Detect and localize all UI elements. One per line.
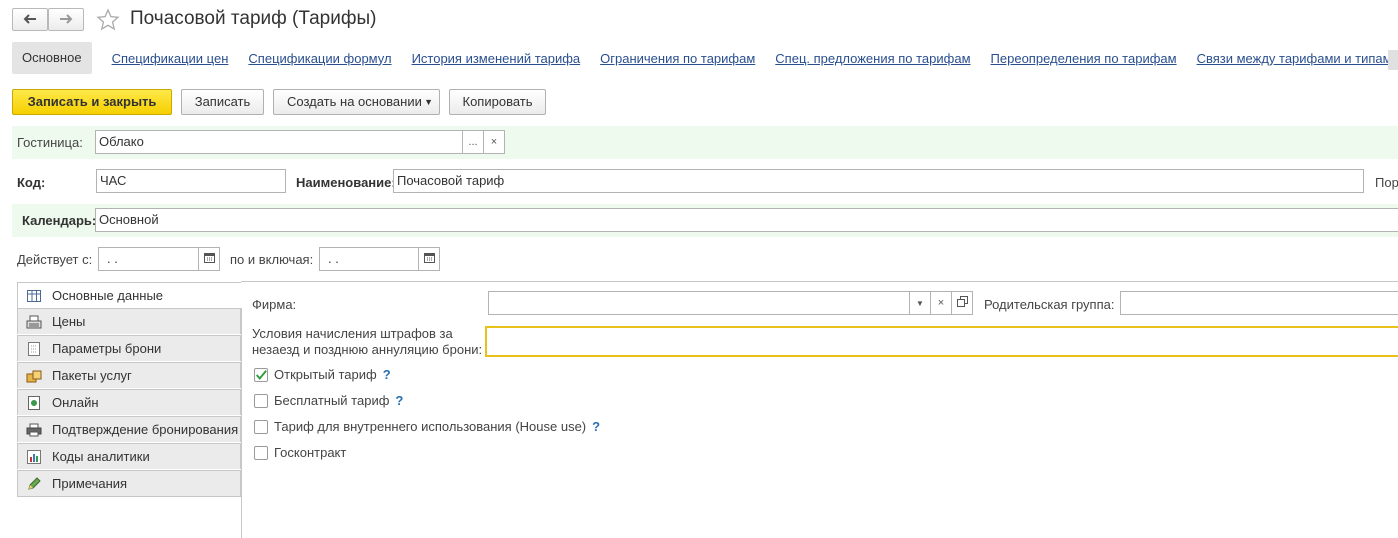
panel-top-border — [241, 281, 1398, 282]
back-button[interactable] — [12, 8, 48, 31]
table-icon — [26, 288, 42, 304]
open-window-icon — [956, 296, 968, 310]
free-rate-checkbox[interactable] — [254, 393, 268, 408]
tab-formula-specs[interactable]: Спецификации формул — [248, 51, 391, 66]
copy-button[interactable]: Копировать — [449, 89, 546, 115]
penalty-label-line1: Условия начисления штрафов за — [252, 326, 453, 341]
hotel-clear-button[interactable]: × — [483, 130, 505, 154]
calendar-icon — [203, 252, 215, 266]
help-icon[interactable]: ? — [383, 367, 391, 382]
valid-to-field[interactable]: . . — [319, 247, 419, 271]
chevron-down-icon: ▼ — [916, 298, 924, 308]
sidetab-label: Пакеты услуг — [52, 368, 132, 383]
clear-icon: × — [490, 136, 498, 148]
valid-to-calendar-button[interactable] — [418, 247, 440, 271]
tab-overrides[interactable]: Переопределения по тарифам — [991, 51, 1177, 66]
house-use-checkbox[interactable] — [254, 419, 268, 434]
gov-contract-label: Госконтракт — [274, 445, 347, 460]
help-icon[interactable]: ? — [592, 419, 600, 434]
tab-rate-history[interactable]: История изменений тарифа — [412, 51, 581, 66]
chevron-down-icon: ▼ — [424, 97, 433, 107]
parent-group-label: Родительская группа: — [984, 297, 1115, 312]
sidetab-label: Цены — [52, 314, 86, 329]
valid-from-field[interactable]: . . — [98, 247, 199, 271]
firm-label: Фирма: — [252, 297, 297, 312]
sidetab-label: Онлайн — [52, 395, 99, 410]
forward-button[interactable] — [48, 8, 84, 31]
calendar-icon — [423, 252, 435, 266]
calendar-label: Календарь: — [22, 213, 97, 228]
sidetab-label: Примечания — [52, 476, 128, 491]
page-title: Почасовой тариф (Тарифы) — [130, 8, 377, 29]
gov-contract-checkbox-row[interactable]: Госконтракт — [254, 445, 346, 460]
sidetab-booking-params[interactable]: Параметры брони — [17, 335, 241, 361]
create-based-on-label: Создать на основании — [287, 94, 422, 109]
panel-left-border — [241, 308, 242, 538]
section-tabs: Основное Спецификации цен Спецификации ф… — [12, 42, 1398, 74]
free-rate-checkbox-row[interactable]: Бесплатный тариф ? — [254, 393, 403, 408]
sidetab-online[interactable]: Онлайн — [17, 389, 241, 415]
firm-clear-button[interactable]: × — [930, 291, 952, 315]
tabs-scroll-edge — [1388, 50, 1398, 70]
valid-to-label: по и включая: — [230, 252, 314, 267]
code-label: Код: — [17, 175, 46, 190]
favorite-button[interactable] — [96, 8, 120, 35]
sidetab-label: Подтверждение бронирования — [52, 422, 239, 437]
firm-field[interactable] — [488, 291, 910, 315]
sidetab-label: Параметры брони — [52, 341, 162, 356]
cash-register-icon — [26, 314, 42, 330]
sidetab-notes[interactable]: Примечания — [17, 470, 241, 497]
penalty-label-line2: незаезд и позднюю аннуляцию брони: — [252, 342, 483, 357]
house-use-checkbox-row[interactable]: Тариф для внутреннего использования (Hou… — [254, 419, 600, 434]
tab-main[interactable]: Основное — [12, 42, 92, 74]
help-icon[interactable]: ? — [395, 393, 403, 408]
valid-from-label: Действует с: — [17, 252, 93, 267]
sidetab-prices[interactable]: Цены — [17, 308, 241, 334]
open-rate-checkbox-row[interactable]: Открытый тариф ? — [254, 367, 391, 382]
calendar-field[interactable]: Основной — [95, 208, 1398, 232]
document-icon — [26, 341, 42, 357]
free-rate-label: Бесплатный тариф — [274, 393, 390, 408]
star-icon — [96, 8, 120, 35]
tab-rate-restrictions[interactable]: Ограничения по тарифам — [600, 51, 755, 66]
package-icon — [26, 368, 42, 384]
firm-dropdown-button[interactable]: ▼ — [909, 291, 931, 315]
firm-open-button[interactable] — [951, 291, 973, 315]
ellipsis-icon: ... — [468, 136, 478, 148]
sidetab-label: Коды аналитики — [52, 449, 150, 464]
online-icon — [26, 395, 42, 411]
create-based-on-button[interactable]: Создать на основании ▼ — [273, 89, 440, 115]
clear-icon: × — [937, 297, 945, 309]
penalty-field[interactable] — [485, 326, 1398, 357]
parent-group-field[interactable] — [1120, 291, 1398, 315]
save-and-close-button[interactable]: Записать и закрыть — [12, 89, 172, 115]
chart-icon — [26, 449, 42, 465]
hotel-field[interactable]: Облако — [95, 130, 463, 154]
sidetab-service-packages[interactable]: Пакеты услуг — [17, 362, 241, 388]
arrow-left-icon — [23, 12, 37, 27]
name-field[interactable]: Почасовой тариф — [393, 169, 1364, 193]
checkmark-icon — [256, 369, 267, 380]
tab-special-offers[interactable]: Спец. предложения по тарифам — [775, 51, 970, 66]
name-label: Наименование: — [296, 175, 396, 190]
sidetab-main-data[interactable]: Основные данные — [17, 282, 241, 308]
open-rate-label: Открытый тариф — [274, 367, 377, 382]
house-use-label: Тариф для внутреннего использования (Hou… — [274, 419, 587, 434]
tab-card-type-links[interactable]: Связи между тарифами и типами карт — [1197, 51, 1398, 66]
tab-price-specs[interactable]: Спецификации цен — [112, 51, 229, 66]
gov-contract-checkbox[interactable] — [254, 445, 268, 460]
hotel-label: Гостиница: — [17, 135, 83, 150]
sidetab-label: Основные данные — [52, 288, 164, 303]
sidetab-booking-confirmation[interactable]: Подтверждение бронирования — [17, 416, 241, 442]
arrow-right-icon — [59, 12, 73, 27]
open-rate-checkbox[interactable] — [254, 367, 268, 382]
sidetab-analytics-codes[interactable]: Коды аналитики — [17, 443, 241, 469]
order-label: Пор — [1375, 175, 1398, 190]
hotel-select-button[interactable]: ... — [462, 130, 484, 154]
printer-icon — [26, 422, 42, 438]
save-button[interactable]: Записать — [181, 89, 264, 115]
pencil-icon — [26, 476, 42, 492]
code-field[interactable]: ЧАС — [96, 169, 286, 193]
valid-from-calendar-button[interactable] — [198, 247, 220, 271]
